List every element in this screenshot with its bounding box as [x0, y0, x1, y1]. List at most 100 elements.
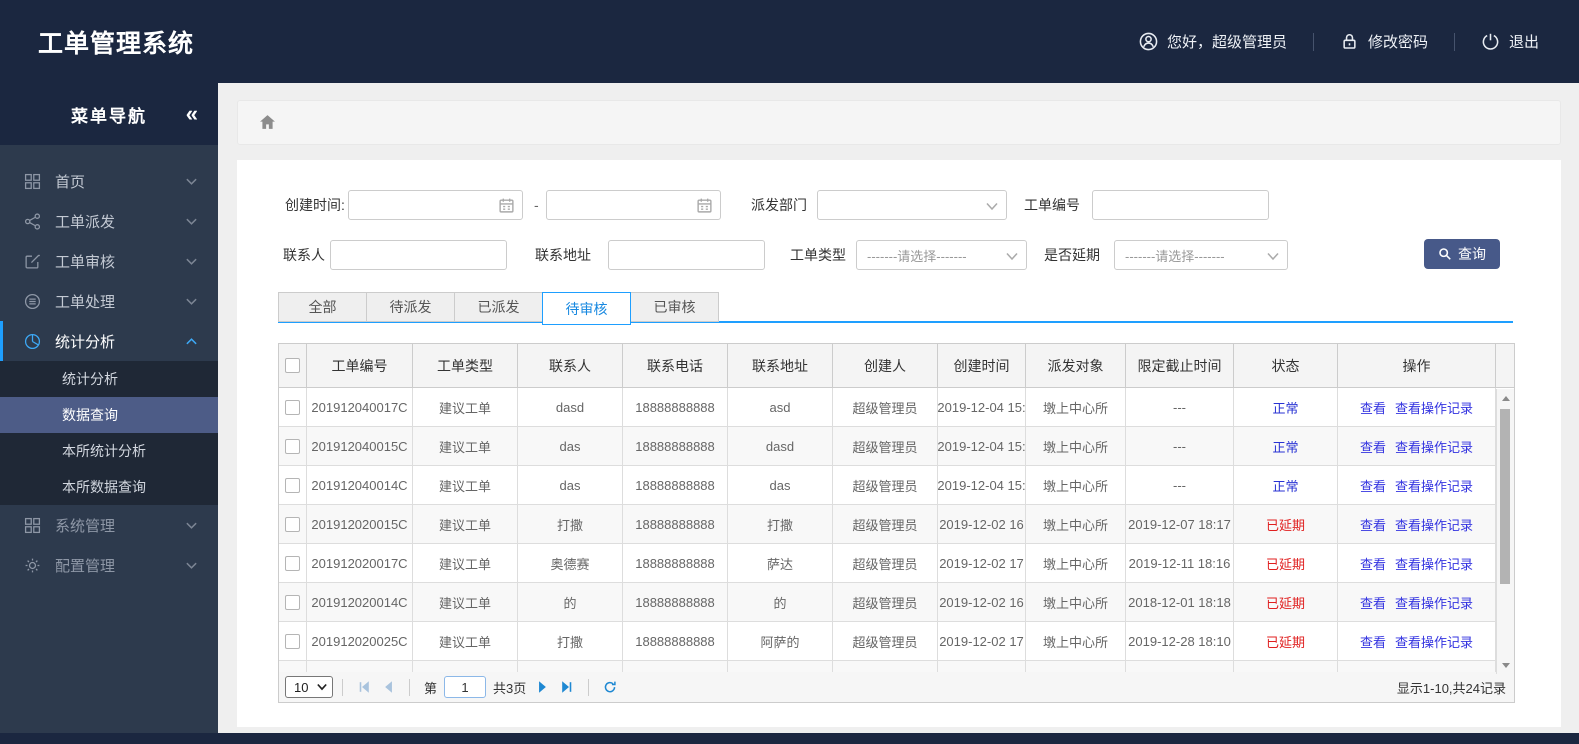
table-row: 201912040015C 建议工单 das 18888888888 dasd 超级管理员…: [279, 427, 1514, 466]
contact-cell: 的: [518, 583, 623, 622]
view-log-link[interactable]: 查看操作记录: [1395, 515, 1473, 534]
refresh-button[interactable]: [601, 678, 619, 696]
calendar-icon[interactable]: [696, 197, 713, 214]
scrollbar-thumb[interactable]: [1500, 409, 1510, 584]
view-link[interactable]: 查看: [1360, 398, 1386, 417]
view-link[interactable]: 查看: [1360, 593, 1386, 612]
contact-addr-input[interactable]: [608, 240, 765, 270]
sidebar-item-config[interactable]: 配置管理: [0, 545, 218, 585]
pagination-bar: 10 第 共3页 显示1-10,共24记录: [278, 672, 1515, 703]
deadline-cell: ---: [1126, 466, 1234, 505]
chevron-down-icon: [186, 218, 197, 225]
view-log-link[interactable]: 查看操作记录: [1395, 476, 1473, 495]
view-log-link[interactable]: 查看操作记录: [1395, 554, 1473, 573]
first-page-button[interactable]: [355, 678, 373, 696]
select-all-cell: [279, 344, 307, 388]
page-prefix-label: 第: [424, 680, 438, 696]
order-no-cell: 201912020017C: [307, 544, 413, 583]
view-log-link[interactable]: 查看操作记录: [1395, 437, 1473, 456]
column-header: 工单类型: [413, 344, 518, 388]
sidebar-item-statistics[interactable]: 统计分析: [0, 321, 218, 361]
view-link[interactable]: 查看: [1360, 437, 1386, 456]
order-no-cell: 201912020014C: [307, 583, 413, 622]
change-password-button[interactable]: 修改密码: [1340, 31, 1428, 52]
row-checkbox[interactable]: [285, 438, 300, 454]
view-link[interactable]: 查看: [1360, 515, 1386, 534]
sidebar-collapse-icon[interactable]: «: [186, 103, 198, 125]
order-type-cell: 建议工单: [413, 622, 518, 661]
row-checkbox[interactable]: [285, 633, 300, 649]
select-all-checkbox[interactable]: [285, 358, 300, 373]
create-time-cell: 2019-12-02 16: [938, 505, 1026, 544]
contact-cell: das: [518, 466, 623, 505]
dispatch-target-cell: 墩上中心所: [1026, 388, 1126, 427]
table-scrollbar[interactable]: [1496, 389, 1514, 674]
search-button[interactable]: 查询: [1424, 239, 1500, 269]
contact-cell: das: [518, 427, 623, 466]
submenu-item-data-query[interactable]: 数据查询: [0, 397, 218, 433]
address-cell: das: [728, 466, 833, 505]
sidebar-item-process[interactable]: 工单处理: [0, 281, 218, 321]
row-checkbox[interactable]: [285, 555, 300, 571]
order-no-cell: 201912020015C: [307, 505, 413, 544]
scroll-down-arrow[interactable]: [1497, 658, 1514, 672]
tab-to-dispatch[interactable]: 待派发: [366, 292, 455, 322]
logout-button[interactable]: 退出: [1481, 31, 1539, 52]
tab-dispatched[interactable]: 已派发: [454, 292, 543, 322]
sidebar-item-label: 工单处理: [55, 293, 116, 311]
home-icon[interactable]: [259, 114, 276, 131]
view-log-link[interactable]: 查看操作记录: [1395, 398, 1473, 417]
sidebar-title: 菜单导航: [71, 106, 147, 126]
sidebar-item-label: 系统管理: [55, 517, 116, 535]
overdue-select[interactable]: -------请选择-------: [1114, 240, 1288, 270]
next-page-button[interactable]: [534, 678, 552, 696]
contact-addr-label: 联系地址: [535, 247, 591, 263]
view-log-link[interactable]: 查看操作记录: [1395, 593, 1473, 612]
contact-input[interactable]: [330, 240, 507, 270]
submenu-item-local-data-query[interactable]: 本所数据查询: [0, 469, 218, 505]
dispatch-dept-select[interactable]: [817, 190, 1007, 220]
view-link[interactable]: 查看: [1360, 632, 1386, 651]
page-number-input[interactable]: [444, 676, 487, 698]
actions-cell: 查看 查看操作记录: [1338, 388, 1496, 427]
calendar-icon[interactable]: [498, 197, 515, 214]
column-header: 联系地址: [728, 344, 833, 388]
row-checkbox[interactable]: [285, 399, 300, 415]
order-no-input[interactable]: [1092, 190, 1269, 220]
row-checkbox[interactable]: [285, 477, 300, 493]
create-time-cell: 2019-12-04 15:: [938, 427, 1026, 466]
sidebar-item-review[interactable]: 工单审核: [0, 241, 218, 281]
order-type-cell: 建议工单: [413, 544, 518, 583]
view-link[interactable]: 查看: [1360, 554, 1386, 573]
row-checkbox[interactable]: [285, 516, 300, 532]
status-cell: 已延期: [1234, 544, 1338, 583]
create-time-start-input[interactable]: [348, 190, 523, 220]
submenu-item-statistics[interactable]: 统计分析: [0, 361, 218, 397]
row-checkbox[interactable]: [285, 594, 300, 610]
chevron-up-icon: [186, 337, 197, 344]
chevron-down-icon: [186, 178, 197, 185]
status-cell: 正常: [1234, 427, 1338, 466]
user-greeting[interactable]: 您好，超级管理员: [1139, 31, 1287, 52]
sidebar-item-system[interactable]: 系统管理: [0, 505, 218, 545]
create-time-end-input[interactable]: [546, 190, 721, 220]
page-size-select[interactable]: 10: [285, 676, 333, 698]
table-body: 201912040017C 建议工单 dasd 18888888888 asd 超级管理员…: [279, 388, 1514, 673]
sidebar-item-home[interactable]: 首页: [0, 161, 218, 201]
view-link[interactable]: 查看: [1360, 476, 1386, 495]
tab-all[interactable]: 全部: [278, 292, 367, 322]
order-no-cell: 201912040015C: [307, 427, 413, 466]
tab-to-review[interactable]: 待审核: [542, 292, 631, 325]
refresh-icon: [604, 681, 616, 693]
submenu-item-local-statistics[interactable]: 本所统计分析: [0, 433, 218, 469]
prev-page-button[interactable]: [379, 678, 397, 696]
create-time-cell: 2019-12-02 17: [938, 622, 1026, 661]
scroll-up-arrow[interactable]: [1497, 391, 1514, 405]
view-log-link[interactable]: 查看操作记录: [1395, 632, 1473, 651]
create-time-cell: 2019-12-04 15:: [938, 466, 1026, 505]
last-page-button[interactable]: [558, 678, 576, 696]
pie-chart-icon: [24, 333, 41, 349]
order-type-select[interactable]: -------请选择-------: [856, 240, 1027, 270]
sidebar-item-dispatch[interactable]: 工单派发: [0, 201, 218, 241]
tab-reviewed[interactable]: 已审核: [630, 292, 719, 322]
